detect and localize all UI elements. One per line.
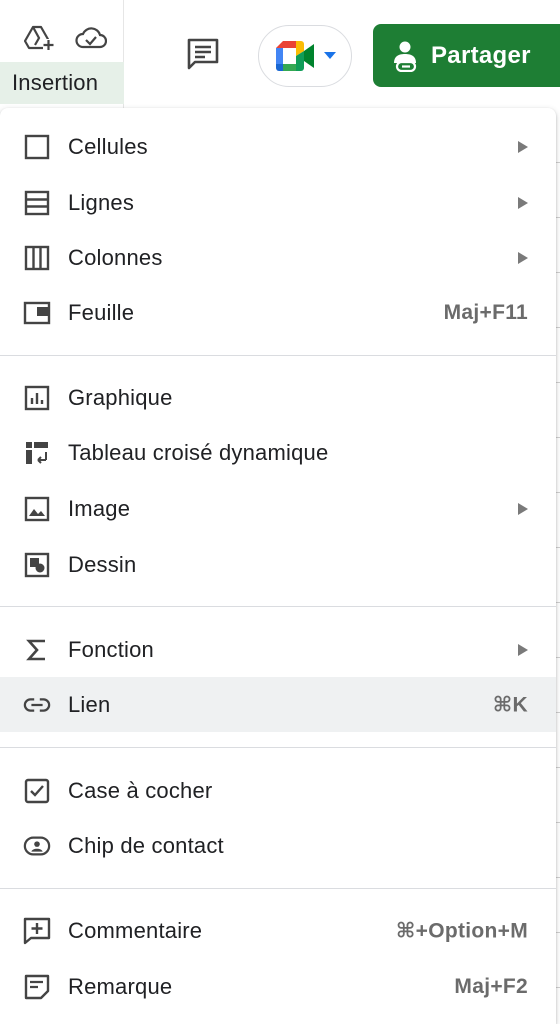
chevron-down-icon: [324, 52, 336, 60]
cell-icon: [23, 133, 51, 161]
rows-icon: [23, 189, 51, 217]
menu-item-label: Chip de contact: [68, 832, 224, 858]
menu-item-dessin[interactable]: Dessin: [0, 537, 556, 592]
menu-item-graphique[interactable]: Graphique: [0, 370, 556, 425]
menu-item-label: Image: [68, 495, 131, 521]
meet-icon: [274, 39, 318, 73]
submenu-arrow-icon: [518, 196, 528, 209]
menu-divider: [0, 747, 556, 748]
drive-add-icon[interactable]: [22, 22, 56, 54]
menu-item-label: Feuille: [68, 299, 135, 325]
note-icon: [23, 973, 51, 1001]
menu-item-image[interactable]: Image: [0, 481, 556, 536]
pivot-table-icon: [23, 439, 51, 467]
menu-item-cellules[interactable]: Cellules: [0, 119, 556, 174]
menu-item-case-a-cocher[interactable]: Case à cocher: [0, 763, 556, 818]
share-label: Partager: [431, 41, 531, 69]
menu-item-shortcut: Maj+F2: [454, 974, 528, 998]
menu-item-label: Dessin: [68, 551, 137, 577]
menu-item-shortcut: ⌘K: [492, 693, 528, 716]
menu-item-shortcut: Maj+F11: [443, 300, 528, 324]
menu-item-remarque[interactable]: Remarque Maj+F2: [0, 959, 556, 1014]
submenu-arrow-icon: [518, 251, 528, 264]
menu-item-label: Fonction: [68, 636, 154, 662]
image-icon: [23, 495, 51, 523]
toolbar: Insertion Partager: [0, 0, 560, 108]
menu-divider: [0, 355, 556, 356]
checkbox-icon: [23, 777, 51, 805]
add-comment-icon: [23, 917, 51, 945]
columns-icon: [23, 244, 51, 272]
menu-insertion-label: Insertion: [12, 70, 99, 95]
drawing-icon: [23, 551, 51, 579]
menu-item-colonnes[interactable]: Colonnes: [0, 230, 556, 285]
sigma-icon: [23, 636, 51, 664]
contact-chip-icon: [23, 832, 51, 860]
menu-item-label: Graphique: [68, 384, 173, 410]
sheet-grid-edge: [556, 108, 560, 1024]
menu-item-fonction[interactable]: Fonction: [0, 622, 556, 677]
meet-button[interactable]: [258, 25, 352, 87]
submenu-arrow-icon: [518, 643, 528, 656]
share-button[interactable]: Partager: [373, 24, 560, 87]
menu-item-chip-de-contact[interactable]: Chip de contact: [0, 818, 556, 873]
submenu-arrow-icon: [518, 140, 528, 153]
menu-divider: [0, 888, 556, 889]
chart-icon: [23, 384, 51, 412]
link-icon: [23, 691, 51, 719]
submenu-arrow-icon: [518, 502, 528, 515]
sheet-icon: [23, 299, 51, 327]
menu-item-feuille[interactable]: Feuille Maj+F11: [0, 285, 556, 340]
menu-divider: [0, 606, 556, 607]
menu-item-label: Remarque: [68, 973, 173, 999]
menu-item-shortcut: ⌘+Option+M: [395, 919, 528, 942]
menu-item-label: Tableau croisé dynamique: [68, 439, 329, 465]
comment-icon[interactable]: [184, 36, 222, 72]
menu-item-lignes[interactable]: Lignes: [0, 175, 556, 230]
menu-item-label: Case à cocher: [68, 777, 213, 803]
menu-item-label: Cellules: [68, 133, 148, 159]
menu-item-label: Commentaire: [68, 917, 203, 943]
menu-insertion-tab[interactable]: Insertion: [0, 62, 124, 104]
menu-item-label: Lien: [68, 691, 111, 717]
menu-item-label: Colonnes: [68, 244, 163, 270]
menu-item-lien[interactable]: Lien ⌘K: [0, 677, 556, 732]
insert-menu: Cellules Lignes Colonnes Feuille Maj+F11…: [0, 108, 556, 1024]
menu-item-tableau-croise[interactable]: Tableau croisé dynamique: [0, 425, 556, 480]
cloud-status-icon[interactable]: [74, 24, 108, 52]
menu-item-commentaire[interactable]: Commentaire ⌘+Option+M: [0, 903, 556, 958]
share-person-icon: [393, 40, 419, 72]
menu-item-label: Lignes: [68, 189, 135, 215]
